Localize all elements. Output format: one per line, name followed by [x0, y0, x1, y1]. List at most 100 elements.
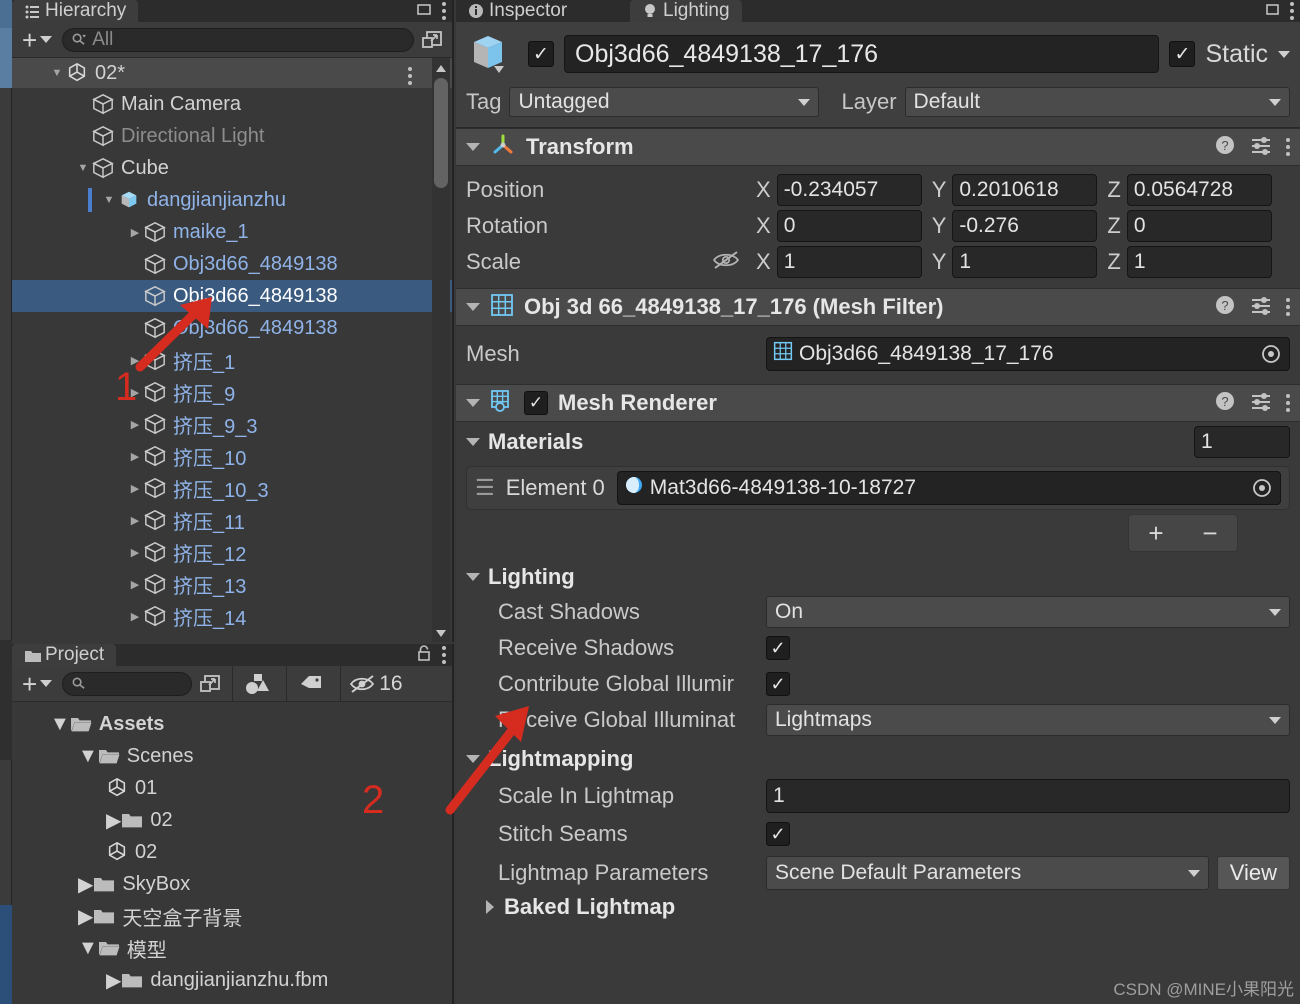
maximize-icon[interactable] — [416, 1, 432, 22]
scroll-down-icon[interactable] — [435, 626, 447, 638]
collapse-triangle-icon[interactable] — [466, 438, 480, 446]
tag-dropdown[interactable]: Untagged — [509, 87, 820, 117]
rotation-x-field[interactable]: 0 — [776, 210, 922, 242]
hidden-items-button[interactable]: 16 — [340, 665, 410, 702]
project-item[interactable]: 01 — [12, 772, 452, 804]
hierarchy-item[interactable]: ▶ 挤压_14 — [12, 600, 452, 632]
preset-icon[interactable] — [1250, 294, 1272, 321]
expand-triangle-icon[interactable]: ▶ — [106, 808, 121, 833]
project-open-in-new-window-icon[interactable] — [198, 672, 224, 696]
hierarchy-item[interactable]: ▶ 挤压_12 — [12, 536, 452, 568]
collapse-triangle-icon[interactable] — [466, 303, 480, 311]
cast-shadows-dropdown[interactable]: On — [766, 596, 1290, 628]
hierarchy-item[interactable]: ▶ 挤压_1 — [12, 344, 452, 376]
panel-menu-icon[interactable] — [442, 2, 446, 20]
project-tree[interactable]: ▼ Assets ▼ Scenes 01 ▶ 02 02 ▶ SkyBox ▶ 天空盒子背景 ▼ 模型 ▶ d… — [12, 702, 452, 1004]
project-item[interactable]: 02 — [12, 836, 452, 868]
hierarchy-search-input[interactable]: All — [62, 27, 414, 52]
object-picker-icon[interactable] — [1257, 340, 1285, 368]
filter-by-label-button[interactable] — [286, 665, 334, 702]
hierarchy-item[interactable]: Obj3d66_4849138 — [12, 312, 452, 344]
expand-triangle-icon[interactable]: ▶ — [78, 872, 93, 897]
hierarchy-item[interactable]: ▼ 02* — [12, 58, 452, 88]
remove-material-button[interactable]: − — [1202, 518, 1217, 549]
object-picker-icon[interactable] — [1248, 474, 1276, 502]
receive-gi-dropdown[interactable]: Lightmaps — [766, 704, 1290, 736]
preset-icon[interactable] — [1250, 390, 1272, 417]
constrain-proportions-icon[interactable] — [712, 249, 746, 276]
expand-triangle-icon[interactable] — [486, 900, 494, 914]
project-item[interactable]: ▶ SkyBox — [12, 868, 452, 900]
transform-component-header[interactable]: Transform ? — [456, 128, 1300, 166]
expand-triangle-icon[interactable]: ▶ — [126, 418, 144, 431]
hierarchy-item[interactable]: Obj3d66_4849138 — [12, 248, 452, 280]
scale-x-field[interactable]: 1 — [776, 246, 922, 278]
static-dropdown-icon[interactable] — [1278, 50, 1290, 58]
help-icon[interactable]: ? — [1214, 134, 1236, 161]
hierarchy-item[interactable]: ▶ 挤压_9 — [12, 376, 452, 408]
collapse-triangle-icon[interactable] — [466, 573, 480, 581]
component-menu-icon[interactable] — [1286, 394, 1290, 412]
contribute-gi-checkbox[interactable]: ✓ — [766, 672, 790, 696]
lighting-section-header[interactable]: Lighting — [466, 558, 1290, 594]
expand-triangle-icon[interactable]: ▶ — [126, 482, 144, 495]
layer-dropdown[interactable]: Default — [904, 87, 1290, 117]
project-item[interactable]: ▼ Assets — [12, 708, 452, 740]
lightmapping-section-header[interactable]: Lightmapping — [466, 740, 1290, 776]
hierarchy-item[interactable]: Directional Light — [12, 120, 452, 152]
materials-section-header[interactable]: Materials 1 — [466, 426, 1290, 458]
rotation-y-field[interactable]: -0.276 — [952, 210, 1098, 242]
component-menu-icon[interactable] — [1286, 298, 1290, 316]
view-lightmap-parameters-button[interactable]: View — [1216, 856, 1290, 890]
collapse-triangle-icon[interactable]: ▼ — [74, 162, 92, 174]
hierarchy-item[interactable]: Obj3d66_4849138 — [12, 280, 452, 312]
scrollbar-thumb[interactable] — [434, 78, 448, 188]
expand-triangle-icon[interactable]: ▶ — [126, 578, 144, 591]
static-checkbox[interactable]: ✓ — [1169, 41, 1196, 67]
collapse-triangle-icon[interactable] — [466, 143, 480, 151]
hierarchy-item[interactable]: Main Camera — [12, 88, 452, 120]
filter-by-type-button[interactable] — [232, 665, 280, 702]
hierarchy-item[interactable]: ▶ 挤压_10 — [12, 440, 452, 472]
collapse-triangle-icon[interactable]: ▼ — [50, 713, 70, 736]
mesh-filter-component-header[interactable]: Obj 3d 66_4849138_17_176 (Mesh Filter) ? — [456, 288, 1300, 326]
tab-lighting[interactable]: Lighting — [630, 0, 742, 22]
collapse-triangle-icon[interactable]: ▼ — [48, 67, 66, 79]
project-item[interactable]: ▶ 02 — [12, 804, 452, 836]
hierarchy-item[interactable]: ▶ 挤压_11 — [12, 504, 452, 536]
inspector-menu-icon[interactable] — [1290, 2, 1294, 20]
project-item[interactable]: ▶ dangjianjianzhu.fbm — [12, 964, 452, 996]
lock-icon[interactable] — [416, 644, 432, 667]
scale-y-field[interactable]: 1 — [952, 246, 1098, 278]
tab-hierarchy[interactable]: Hierarchy — [12, 0, 139, 22]
expand-triangle-icon[interactable]: ▶ — [126, 450, 144, 463]
position-x-field[interactable]: -0.234057 — [776, 174, 922, 206]
maximize-icon[interactable] — [1264, 1, 1280, 22]
material-object-field[interactable]: Mat3d66-4849138-10-18727 — [616, 471, 1281, 505]
project-add-button[interactable]: + — [18, 671, 56, 697]
mesh-renderer-component-header[interactable]: ✓ Mesh Renderer ? — [456, 384, 1300, 422]
hierarchy-item[interactable]: ▼ Cube — [12, 152, 452, 184]
help-icon[interactable]: ? — [1214, 294, 1236, 321]
object-name-field[interactable]: Obj3d66_4849138_17_176 — [564, 35, 1160, 73]
hierarchy-item[interactable]: ▶ maike_1 — [12, 216, 452, 248]
stitch-seams-checkbox[interactable]: ✓ — [766, 822, 790, 846]
mesh-renderer-enabled-checkbox[interactable]: ✓ — [524, 391, 548, 415]
scroll-up-icon[interactable] — [435, 62, 447, 74]
expand-triangle-icon[interactable]: ▶ — [126, 226, 144, 239]
position-z-field[interactable]: 0.0564728 — [1126, 174, 1272, 206]
rotation-z-field[interactable]: 0 — [1126, 210, 1272, 242]
open-in-new-window-icon[interactable] — [420, 28, 446, 52]
component-menu-icon[interactable] — [1286, 138, 1290, 156]
project-menu-icon[interactable] — [442, 646, 446, 664]
hierarchy-scrollbar[interactable] — [432, 58, 450, 642]
scale-in-lightmap-field[interactable]: 1 — [766, 779, 1290, 813]
add-material-button[interactable]: + — [1148, 518, 1163, 549]
materials-count-field[interactable]: 1 — [1194, 426, 1290, 458]
help-icon[interactable]: ? — [1214, 390, 1236, 417]
expand-triangle-icon[interactable]: ▶ — [106, 968, 121, 993]
expand-triangle-icon[interactable]: ▶ — [126, 546, 144, 559]
scale-z-field[interactable]: 1 — [1126, 246, 1272, 278]
hierarchy-item[interactable]: ▶ 挤压_13 — [12, 568, 452, 600]
collapse-triangle-icon[interactable]: ▼ — [100, 194, 118, 206]
